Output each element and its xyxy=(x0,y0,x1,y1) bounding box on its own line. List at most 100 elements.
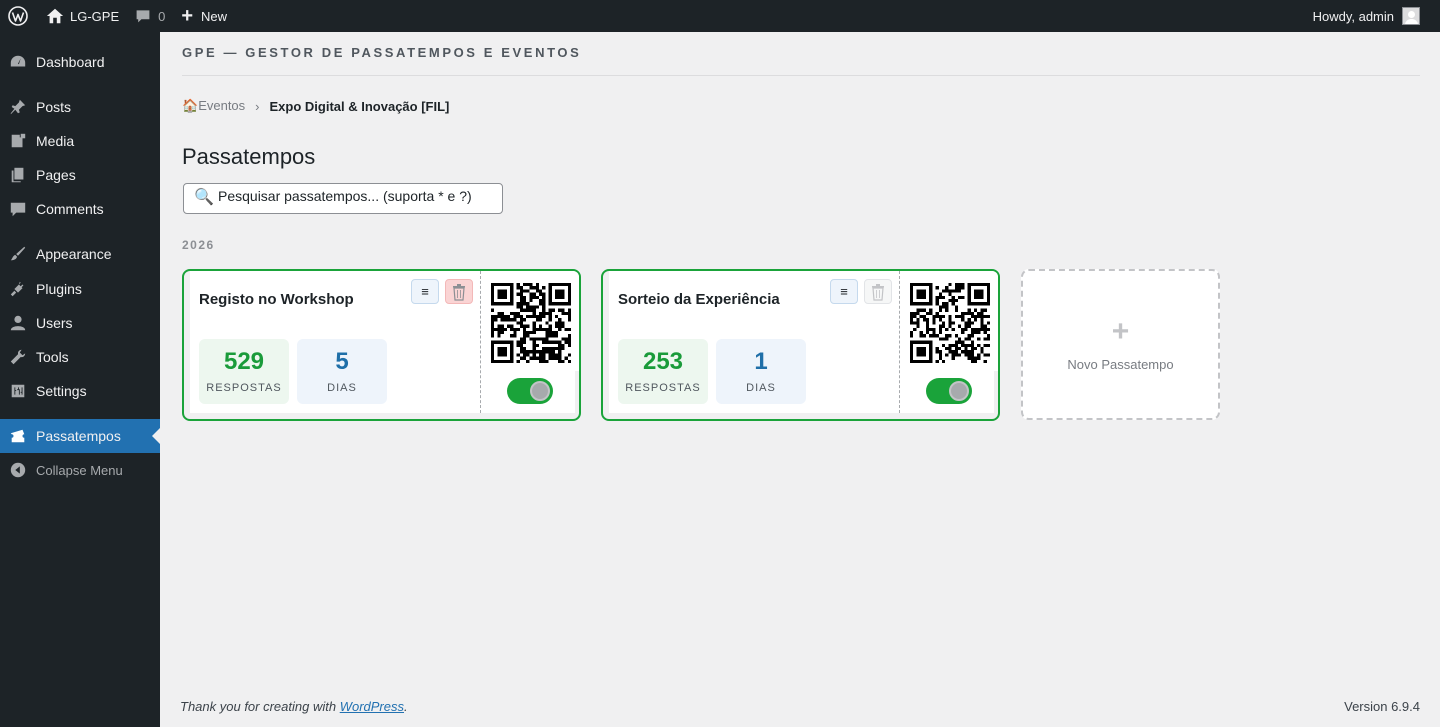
sidebar-item-label: Comments xyxy=(36,201,104,217)
sidebar-item-label: Posts xyxy=(36,99,72,115)
sidebar-item-pages[interactable]: Pages xyxy=(0,158,160,192)
search-icon: 🔍 xyxy=(194,188,214,206)
sidebar-item-tools[interactable]: Tools xyxy=(0,340,160,374)
breadcrumb-separator: › xyxy=(255,98,260,114)
new-content-button[interactable]: + New xyxy=(173,0,235,32)
list-responses-button[interactable]: ≡ xyxy=(830,279,858,304)
sidebar-item-users[interactable]: Users xyxy=(0,306,160,340)
qr-code[interactable] xyxy=(910,283,990,363)
comment-icon xyxy=(10,202,26,217)
collapse-menu-button[interactable]: Collapse Menu xyxy=(0,453,160,487)
footer-thanks-suffix: . xyxy=(404,699,408,714)
ticket-icon xyxy=(10,429,25,443)
pages-icon xyxy=(11,167,24,183)
sidebar-item-label: Pages xyxy=(36,167,76,183)
breadcrumb-home-label: Eventos xyxy=(198,98,246,113)
avatar xyxy=(1402,7,1420,25)
list-icon: ≡ xyxy=(421,284,429,299)
sidebar-item-label: Media xyxy=(36,133,75,149)
delete-button[interactable] xyxy=(445,279,473,304)
days-stat: 1 DIAS xyxy=(716,339,806,404)
header-divider xyxy=(182,75,1420,76)
list-icon: ≡ xyxy=(840,284,848,299)
sidebar-item-label: Passatempos xyxy=(36,428,121,444)
toggle-knob xyxy=(949,381,969,401)
days-stat: 5 DIAS xyxy=(297,339,387,404)
sidebar-item-media[interactable]: Media xyxy=(0,124,160,158)
main-content: GPE — GESTOR DE PASSATEMPOS E EVENTOS 🏠E… xyxy=(160,32,1440,727)
sidebar-item-comments[interactable]: Comments xyxy=(0,192,160,226)
sidebar-item-plugins[interactable]: Plugins xyxy=(0,272,160,306)
settings-icon xyxy=(11,384,25,398)
responses-stat: 529 RESPOSTAS xyxy=(199,339,289,404)
collapse-icon xyxy=(10,462,26,478)
responses-label: RESPOSTAS xyxy=(625,381,701,394)
trash-icon xyxy=(872,283,884,301)
trash-icon xyxy=(453,283,465,301)
footer-thanks: Thank you for creating with WordPress. xyxy=(180,699,408,714)
card-title: Registo no Workshop xyxy=(199,291,354,308)
pin-icon xyxy=(10,99,26,115)
sidebar-item-label: Appearance xyxy=(36,246,112,262)
qr-code[interactable] xyxy=(491,283,571,363)
delete-button[interactable] xyxy=(864,279,892,304)
days-label: DIAS xyxy=(746,381,776,394)
active-toggle[interactable] xyxy=(926,378,972,404)
card-title: Sorteio da Experiência xyxy=(618,291,780,308)
sidebar-item-label: Collapse Menu xyxy=(36,462,123,478)
year-group-label: 2026 xyxy=(182,238,215,252)
new-passatempo-button[interactable]: + Novo Passatempo xyxy=(1021,269,1220,420)
comments-count: 0 xyxy=(158,8,166,24)
admin-sidebar: Dashboard Posts Media Pages Comments App… xyxy=(0,32,160,727)
brush-icon xyxy=(10,246,26,261)
admin-bar: LG-GPE 0 + New Howdy, admin xyxy=(0,0,1440,32)
passatempo-card[interactable]: Registo no Workshop ≡ 529 RESPOSTAS 5 DI… xyxy=(182,269,581,421)
new-passatempo-label: Novo Passatempo xyxy=(1067,357,1174,372)
footer-version: Version 6.9.4 xyxy=(1344,699,1420,714)
breadcrumb-current: Expo Digital & Inovação [FIL] xyxy=(269,98,450,114)
days-count: 5 xyxy=(335,347,349,375)
search-box: 🔍 xyxy=(183,183,503,214)
new-label: New xyxy=(201,8,228,24)
wordpress-link[interactable]: WordPress xyxy=(340,699,404,714)
breadcrumb: 🏠Eventos › Expo Digital & Inovação [FIL] xyxy=(182,98,449,114)
page-title: Passatempos xyxy=(182,144,316,169)
dashboard-icon xyxy=(10,55,26,67)
sidebar-item-dashboard[interactable]: Dashboard xyxy=(0,45,160,79)
home-icon: 🏠 xyxy=(182,98,199,113)
list-responses-button[interactable]: ≡ xyxy=(411,279,439,304)
sidebar-item-posts[interactable]: Posts xyxy=(0,90,160,124)
responses-count: 529 xyxy=(223,347,265,375)
responses-count: 253 xyxy=(642,347,684,375)
site-name: LG-GPE xyxy=(70,8,120,24)
user-icon xyxy=(10,315,26,331)
howdy-text: Howdy, admin xyxy=(1312,8,1394,24)
responses-stat: 253 RESPOSTAS xyxy=(618,339,708,404)
plus-icon: + xyxy=(1111,315,1130,348)
toggle-knob xyxy=(530,381,550,401)
sidebar-item-label: Users xyxy=(36,315,73,331)
site-name-link[interactable]: LG-GPE xyxy=(38,0,127,32)
sidebar-item-label: Plugins xyxy=(36,281,82,297)
sidebar-item-label: Tools xyxy=(36,349,69,365)
plus-icon: + xyxy=(181,5,194,27)
breadcrumb-home-link[interactable]: 🏠Eventos xyxy=(182,98,245,114)
search-input[interactable] xyxy=(218,187,498,204)
responses-label: RESPOSTAS xyxy=(206,381,282,394)
comments-link[interactable]: 0 xyxy=(127,0,173,32)
sidebar-item-passatempos[interactable]: Passatempos xyxy=(0,419,160,453)
comment-bubble-icon xyxy=(136,10,150,23)
media-icon xyxy=(11,133,26,148)
my-account-link[interactable]: Howdy, admin xyxy=(1305,0,1440,32)
home-icon xyxy=(46,8,64,24)
days-count: 1 xyxy=(754,347,768,375)
plug-icon xyxy=(10,281,24,297)
wrench-icon xyxy=(10,349,26,365)
sidebar-item-label: Dashboard xyxy=(36,54,105,70)
sidebar-item-appearance[interactable]: Appearance xyxy=(0,237,160,271)
active-toggle[interactable] xyxy=(507,378,553,404)
wordpress-logo-button[interactable] xyxy=(0,0,38,32)
sidebar-item-settings[interactable]: Settings xyxy=(0,374,160,408)
passatempo-card[interactable]: Sorteio da Experiência ≡ 253 RESPOSTAS 1… xyxy=(601,269,1000,421)
sidebar-item-label: Settings xyxy=(36,383,87,399)
